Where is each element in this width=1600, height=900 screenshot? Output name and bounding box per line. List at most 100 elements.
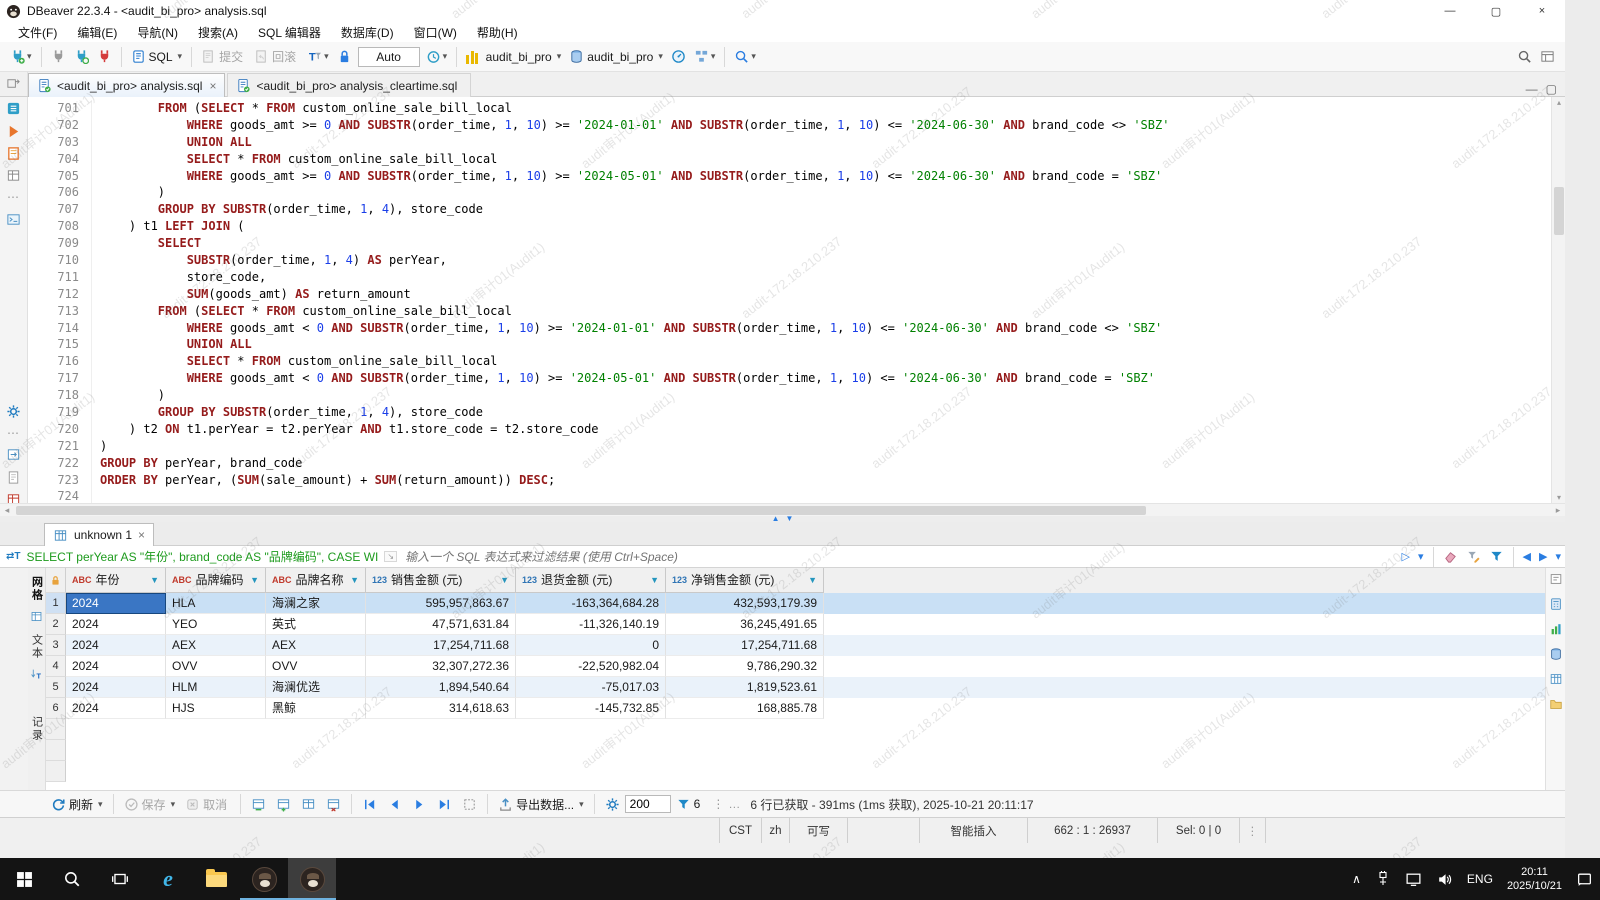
- dropdown-icon[interactable]: ▾: [751, 51, 756, 62]
- grid-cell[interactable]: HLA: [166, 593, 266, 614]
- more-icon[interactable]: ⋮: [712, 797, 724, 811]
- panel-value-viewer-icon[interactable]: [1549, 572, 1563, 589]
- cancel-button[interactable]: 取消: [182, 794, 233, 815]
- code-text[interactable]: ): [92, 387, 165, 404]
- code-text[interactable]: SELECT * FROM custom_online_sale_bill_lo…: [92, 353, 497, 370]
- more-icon[interactable]: ⋯: [7, 190, 20, 204]
- row-number[interactable]: 3: [46, 635, 66, 656]
- forward-icon[interactable]: ▶: [1539, 550, 1547, 563]
- dropdown-icon[interactable]: ▾: [324, 51, 329, 62]
- grid-cell[interactable]: AEX: [166, 635, 266, 656]
- grid-panel-icon[interactable]: [6, 168, 21, 183]
- maximize-button[interactable]: ▢: [1473, 0, 1519, 22]
- menu-item[interactable]: 窗口(W): [404, 22, 467, 43]
- filter-count[interactable]: 6: [673, 795, 707, 814]
- connect-button[interactable]: [48, 47, 69, 66]
- code-text[interactable]: WHERE goods_amt >= 0 AND SUBSTR(order_ti…: [92, 168, 1162, 185]
- menu-item[interactable]: 编辑(E): [67, 22, 127, 43]
- grid-cell[interactable]: 0: [516, 635, 666, 656]
- edit-cell-icon[interactable]: [248, 795, 269, 814]
- grid-cell[interactable]: 2024: [66, 593, 166, 614]
- grid-cell[interactable]: HLM: [166, 677, 266, 698]
- panel-metadata-icon[interactable]: [1549, 647, 1563, 664]
- code-text[interactable]: GROUP BY perYear, brand_code: [92, 455, 302, 472]
- sql-editor[interactable]: 701 FROM (SELECT * FROM custom_online_sa…: [28, 97, 1551, 503]
- grid-cell[interactable]: 36,245,491.65: [666, 614, 824, 635]
- file-explorer-button[interactable]: [192, 858, 240, 900]
- start-button[interactable]: [0, 858, 48, 900]
- last-page-icon[interactable]: [434, 795, 455, 814]
- erase-filter-icon[interactable]: [1443, 549, 1458, 564]
- filter-settings-icon[interactable]: [1489, 549, 1504, 564]
- console-panel-icon[interactable]: [6, 211, 21, 226]
- taskbar-clock[interactable]: 20:11 2025/10/21: [1500, 858, 1569, 900]
- menu-item[interactable]: 帮助(H): [467, 22, 528, 43]
- code-text[interactable]: WHERE goods_amt >= 0 AND SUBSTR(order_ti…: [92, 117, 1169, 134]
- more-icon[interactable]: ⋯: [7, 426, 20, 440]
- grid-view-icon[interactable]: [30, 610, 43, 626]
- explain-plan-button[interactable]: ▾: [691, 47, 719, 66]
- grid-cell[interactable]: 595,957,863.67: [366, 593, 516, 614]
- menu-item[interactable]: 文件(F): [8, 22, 67, 43]
- grid-cell[interactable]: -75,017.03: [516, 677, 666, 698]
- editor-vscrollbar[interactable]: ▴ ▾: [1551, 97, 1565, 503]
- search-button[interactable]: ▾: [731, 47, 759, 66]
- editor-hscrollbar[interactable]: ◂ ▸: [0, 503, 1565, 516]
- minimize-button[interactable]: —: [1427, 0, 1473, 22]
- grid-cell[interactable]: -163,364,684.28: [516, 593, 666, 614]
- fetch-size-input[interactable]: [625, 795, 671, 813]
- prev-page-icon[interactable]: [384, 795, 405, 814]
- commit-button[interactable]: 提交: [198, 46, 249, 67]
- column-menu-icon[interactable]: ▼: [650, 568, 659, 593]
- dashboard-button[interactable]: [668, 47, 689, 66]
- schema-selector[interactable]: audit_bi_pro ▾: [566, 47, 666, 66]
- task-view-button[interactable]: [96, 858, 144, 900]
- minimize-view-icon[interactable]: —: [1526, 82, 1538, 96]
- code-text[interactable]: GROUP BY SUBSTR(order_time, 1, 4), store…: [92, 201, 483, 218]
- row-number[interactable]: 1: [46, 593, 66, 614]
- usb-tray-icon[interactable]: [1368, 858, 1398, 900]
- grid-cell[interactable]: OVV: [166, 656, 266, 677]
- column-menu-icon[interactable]: ▼: [350, 568, 359, 593]
- database-navigator-icon[interactable]: [6, 101, 21, 116]
- grid-cell[interactable]: 17,254,711.68: [366, 635, 516, 656]
- maximize-view-icon[interactable]: ▢: [1546, 82, 1557, 96]
- disconnect-button[interactable]: [94, 47, 115, 66]
- code-text[interactable]: UNION ALL: [92, 134, 252, 151]
- run-script-icon[interactable]: [6, 123, 21, 138]
- transaction-log-button[interactable]: ▾: [423, 47, 451, 66]
- sql-editor-button[interactable]: SQL ▾: [128, 47, 186, 66]
- panel-chart-icon[interactable]: [1549, 622, 1563, 639]
- file-panel-icon[interactable]: [6, 469, 21, 484]
- dropdown-icon[interactable]: ▾: [171, 799, 176, 810]
- grid-cell[interactable]: 432,593,179.39: [666, 593, 824, 614]
- grid-cell[interactable]: YEO: [166, 614, 266, 635]
- status-caret-position[interactable]: 662 : 1 : 26937: [1027, 818, 1157, 843]
- column-header[interactable]: ABC品牌编码▼: [166, 568, 266, 593]
- grid-cell[interactable]: -145,732.85: [516, 698, 666, 719]
- internet-explorer-button[interactable]: e: [144, 858, 192, 900]
- code-text[interactable]: WHERE goods_amt < 0 AND SUBSTR(order_tim…: [92, 370, 1155, 387]
- row-number[interactable]: 2: [46, 614, 66, 635]
- dropdown-icon[interactable]: ▾: [443, 51, 448, 62]
- grid-cell[interactable]: 2024: [66, 614, 166, 635]
- code-text[interactable]: FROM (SELECT * FROM custom_online_sale_b…: [92, 303, 512, 320]
- grid-cell[interactable]: -22,520,982.04: [516, 656, 666, 677]
- save-button[interactable]: 保存 ▾: [121, 794, 179, 815]
- action-center-button[interactable]: [1569, 858, 1600, 900]
- lock-button[interactable]: [334, 47, 355, 66]
- code-text[interactable]: [92, 488, 100, 503]
- panel-folder-icon[interactable]: [1549, 697, 1563, 714]
- fetch-all-icon[interactable]: [459, 795, 480, 814]
- status-write-mode[interactable]: 可写: [789, 818, 847, 843]
- back-icon[interactable]: ◀: [1523, 550, 1531, 563]
- grid-cell[interactable]: 黑鲸: [266, 698, 366, 719]
- menu-item[interactable]: 导航(N): [127, 22, 188, 43]
- code-text[interactable]: ORDER BY perYear, (SUM(sale_amount) + SU…: [92, 472, 555, 489]
- column-header[interactable]: 123净销售金额 (元)▼: [666, 568, 824, 593]
- column-menu-icon[interactable]: ▼: [808, 568, 817, 593]
- results-tab[interactable]: unknown 1 ×: [44, 523, 154, 546]
- column-header[interactable]: ABC品牌名称▼: [266, 568, 366, 593]
- close-tab-icon[interactable]: ×: [138, 528, 145, 542]
- dbeaver-taskbar-button-active[interactable]: [288, 858, 336, 900]
